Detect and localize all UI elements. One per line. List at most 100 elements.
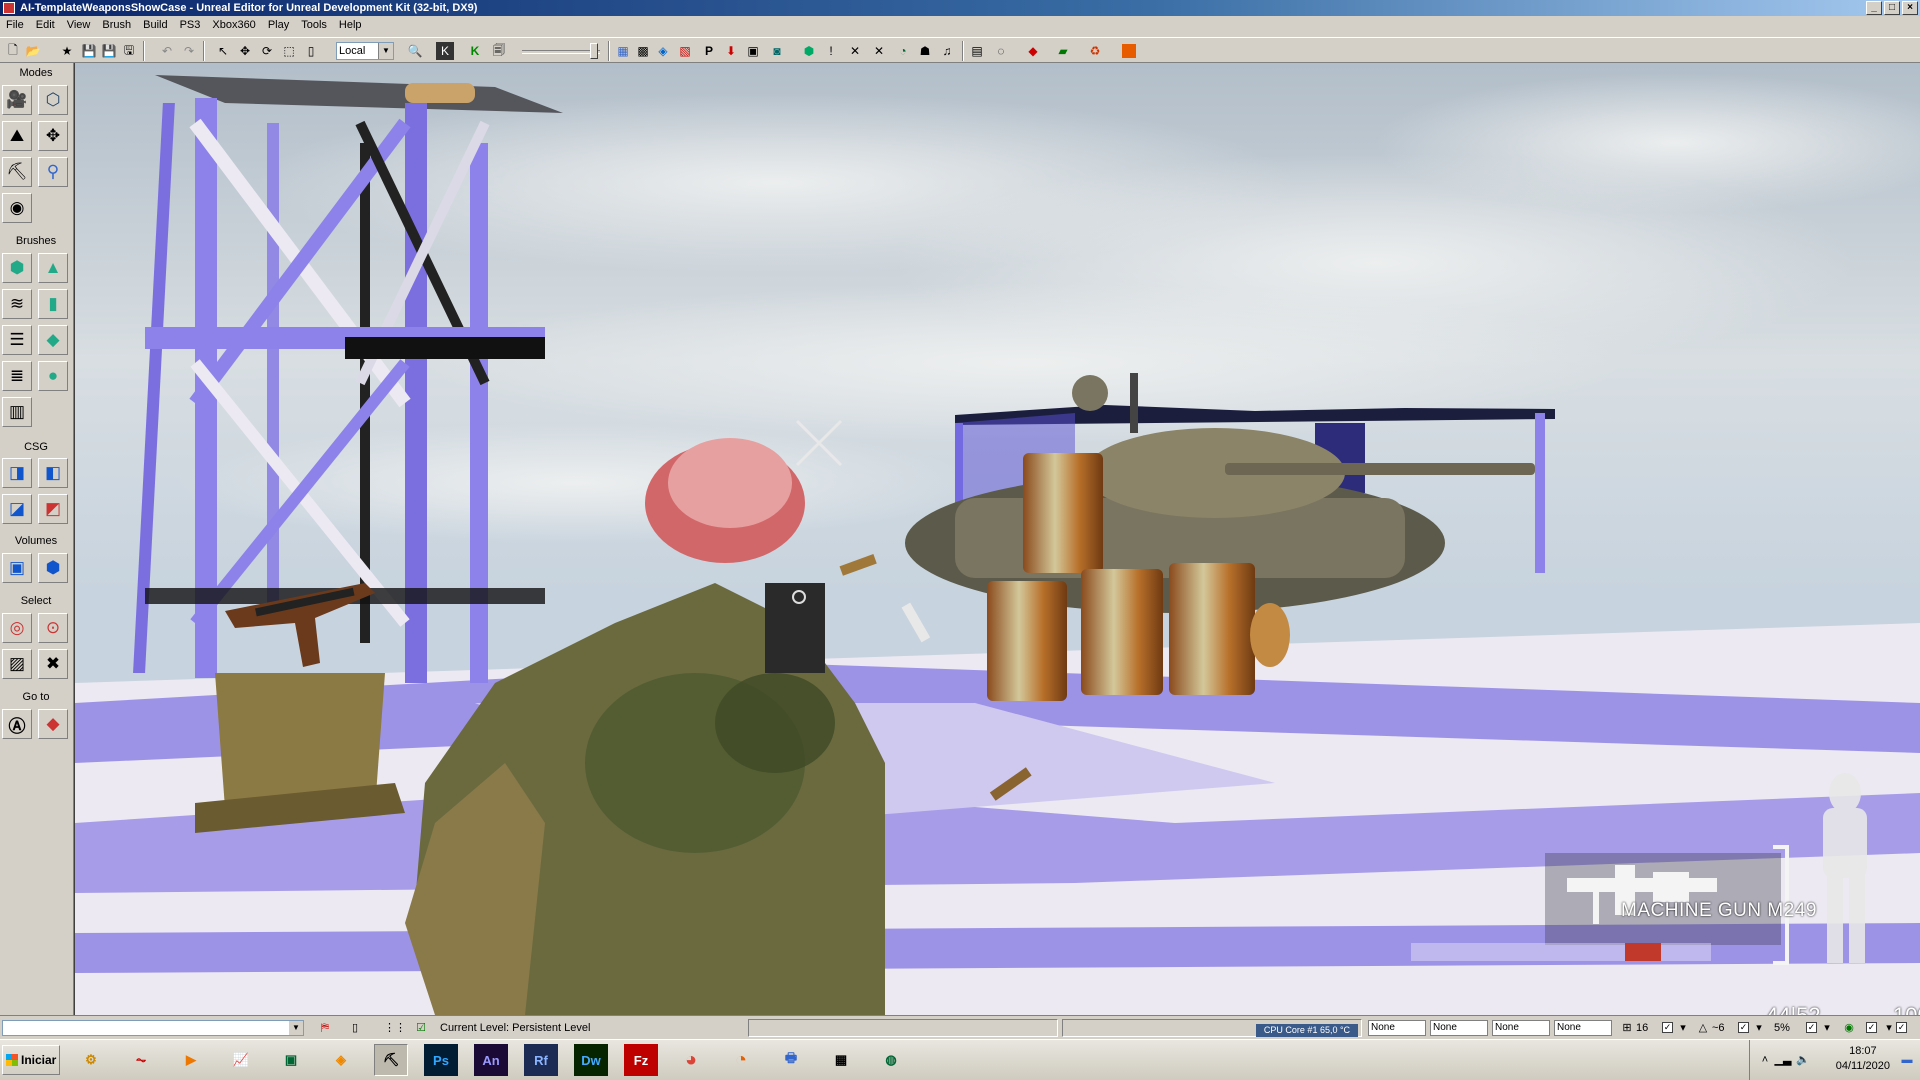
speed-slider-thumb[interactable] <box>590 43 598 59</box>
new-icon[interactable]: 🗋 <box>4 42 22 60</box>
speed-slider-track[interactable] <box>522 50 600 54</box>
status-field-4[interactable]: None <box>1554 1020 1612 1036</box>
rotate-icon[interactable]: ⟳ <box>258 42 276 60</box>
chart-app-icon[interactable]: 📈 <box>224 1044 258 1076</box>
volumetric-brush-icon[interactable]: ▥ <box>2 397 32 427</box>
add-volume-icon[interactable]: ▣ <box>2 553 32 583</box>
nonuniform-scale-icon[interactable]: ▯ <box>302 42 320 60</box>
build-all-icon[interactable]: ⬇ <box>722 42 740 60</box>
play-on-pc-icon[interactable]: ǃ <box>822 42 840 60</box>
rotation-dropdown-icon[interactable]: ▾ <box>1750 1020 1768 1036</box>
redo-icon[interactable]: ↷ <box>180 42 198 60</box>
menu-build[interactable]: Build <box>137 16 173 35</box>
menu-play[interactable]: Play <box>262 16 295 35</box>
kismet-icon[interactable]: K <box>436 42 454 60</box>
monitor-icon[interactable]: ▰ <box>1054 42 1072 60</box>
firefox-app-icon[interactable]: ◔ <box>724 1044 758 1076</box>
menu-edit[interactable]: Edit <box>30 16 61 35</box>
menu-ps3[interactable]: PS3 <box>174 16 207 35</box>
cylinder-brush-icon[interactable]: ▮ <box>38 289 68 319</box>
clock[interactable]: 18:07 04/11/2020 <box>1836 1044 1890 1074</box>
console-icon[interactable]: ▤ <box>968 42 986 60</box>
goto-builder-brush-icon[interactable]: ◆ <box>38 709 68 739</box>
network-signal-icon[interactable]: ▁▃ <box>1774 1052 1792 1068</box>
csg-intersect-icon[interactable]: ◪ <box>2 494 32 524</box>
tray-expand-icon[interactable]: ˄ <box>1756 1052 1774 1068</box>
tools-app-icon[interactable]: ◈ <box>324 1044 358 1076</box>
volume-shape-icon[interactable]: ⬢ <box>38 553 68 583</box>
volume-icon[interactable]: 🔈 <box>1794 1052 1812 1068</box>
start-button[interactable]: Iniciar <box>2 1045 60 1075</box>
dreamweaver-task[interactable]: Dw <box>574 1044 608 1076</box>
realtime-icon[interactable]: ◔ <box>894 42 912 60</box>
settings-app-icon[interactable]: ⚙ <box>74 1044 108 1076</box>
minimize-button[interactable]: _ <box>1866 1 1882 15</box>
mesh-paint-icon[interactable]: ⚲ <box>38 157 68 187</box>
build-p-icon[interactable]: P <box>700 42 718 60</box>
chrome-app-icon[interactable]: ◕ <box>674 1044 708 1076</box>
reflow-task[interactable]: Rf <box>524 1044 558 1076</box>
publish-icon[interactable]: ◆ <box>1024 42 1042 60</box>
rotation-snap-checkbox[interactable]: ✓ <box>1738 1022 1749 1033</box>
drag-grid-icon[interactable]: ▯ <box>346 1020 364 1036</box>
undo-icon[interactable]: ↶ <box>158 42 176 60</box>
animate-task[interactable]: An <box>474 1044 508 1076</box>
filezilla-task[interactable]: Fz <box>624 1044 658 1076</box>
matinee-icon[interactable]: ☗ <box>916 42 934 60</box>
csg-subtract-icon[interactable]: ◧ <box>38 458 68 488</box>
build-geometry-icon[interactable]: ▦ <box>614 42 632 60</box>
recycle-icon[interactable]: ♻ <box>1086 42 1104 60</box>
menu-help[interactable]: Help <box>333 16 368 35</box>
select-arrow-icon[interactable]: ↖ <box>214 42 232 60</box>
play-mobile-icon[interactable]: ✕ <box>870 42 888 60</box>
camera-mode-icon[interactable]: 🎥 <box>2 85 32 115</box>
network-app-icon[interactable]: ◍ <box>874 1044 908 1076</box>
sphere-brush-icon[interactable]: ● <box>38 361 68 391</box>
scanner-app-icon[interactable]: 🖶 <box>774 1044 808 1076</box>
sound-icon[interactable]: ♫ <box>938 42 956 60</box>
current-level-check-icon[interactable]: ☑ <box>412 1020 430 1036</box>
linear-stair-icon[interactable]: ☰ <box>2 325 32 355</box>
menu-view[interactable]: View <box>61 16 97 35</box>
build-cover-icon[interactable]: ▧ <box>676 42 694 60</box>
scale-snap-checkbox[interactable]: ✓ <box>1806 1022 1817 1033</box>
coordinate-system-select[interactable]: Local ▼ <box>336 42 394 60</box>
grid-snap-checkbox[interactable]: ✓ <box>1662 1022 1673 1033</box>
level-list-icon[interactable]: ⋮⋮ <box>384 1020 406 1036</box>
content-browser-icon[interactable]: 🗐 <box>490 42 508 60</box>
status-field-2[interactable]: None <box>1430 1020 1488 1036</box>
select-all-icon[interactable]: ▨ <box>2 649 32 679</box>
media-player-app-icon[interactable]: ▶ <box>174 1044 208 1076</box>
rotation-snap-value[interactable]: ~6 <box>1712 1020 1725 1036</box>
move-mode-icon[interactable]: ✥ <box>38 121 68 151</box>
extra-checkbox[interactable]: ✓ <box>1896 1022 1907 1033</box>
terminal-app-icon[interactable]: ▣ <box>274 1044 308 1076</box>
menu-brush[interactable]: Brush <box>96 16 137 35</box>
csg-add-icon[interactable]: ◨ <box>2 458 32 488</box>
find-actors-icon[interactable]: 🔍 <box>406 42 424 60</box>
scale-dropdown-icon[interactable]: ▾ <box>1818 1020 1836 1036</box>
lightmass-icon[interactable]: ▣ <box>744 42 762 60</box>
menu-file[interactable]: File <box>0 16 30 35</box>
status-field-1[interactable]: None <box>1368 1020 1426 1036</box>
curved-stair-icon[interactable]: ≋ <box>2 289 32 319</box>
build-paths-icon[interactable]: ◈ <box>654 42 672 60</box>
photoshop-task[interactable]: Ps <box>424 1044 458 1076</box>
window-title-bar[interactable]: AI-TemplateWeaponsShowCase - Unreal Edit… <box>0 0 1920 16</box>
show-selected-icon[interactable]: ◎ <box>2 613 32 643</box>
grid-dropdown-icon[interactable]: ▾ <box>1674 1020 1692 1036</box>
goto-actor-icon[interactable]: Ⓐ <box>2 709 32 739</box>
save-current-icon[interactable]: 🖫 <box>120 42 138 60</box>
open-icon[interactable]: 📂 <box>24 42 42 60</box>
perspective-viewport[interactable]: MACHINE GUN M249 44|52 100 <box>74 63 1920 1015</box>
actor-lock-icon[interactable]: ⛿ <box>316 1020 334 1036</box>
autosave-icon[interactable]: ◉ <box>1840 1020 1858 1036</box>
save-all-icon[interactable]: 💾 <box>100 42 118 60</box>
sheet-brush-icon[interactable]: ◆ <box>38 325 68 355</box>
command-combo[interactable]: ▼ <box>2 1020 304 1036</box>
restore-button[interactable]: □ <box>1884 1 1900 15</box>
close-button[interactable]: × <box>1902 1 1918 15</box>
menu-xbox360[interactable]: Xbox360 <box>206 16 261 35</box>
terrain-mode-icon[interactable]: ⛰ <box>2 121 32 151</box>
autosave-checkbox[interactable]: ✓ <box>1866 1022 1877 1033</box>
